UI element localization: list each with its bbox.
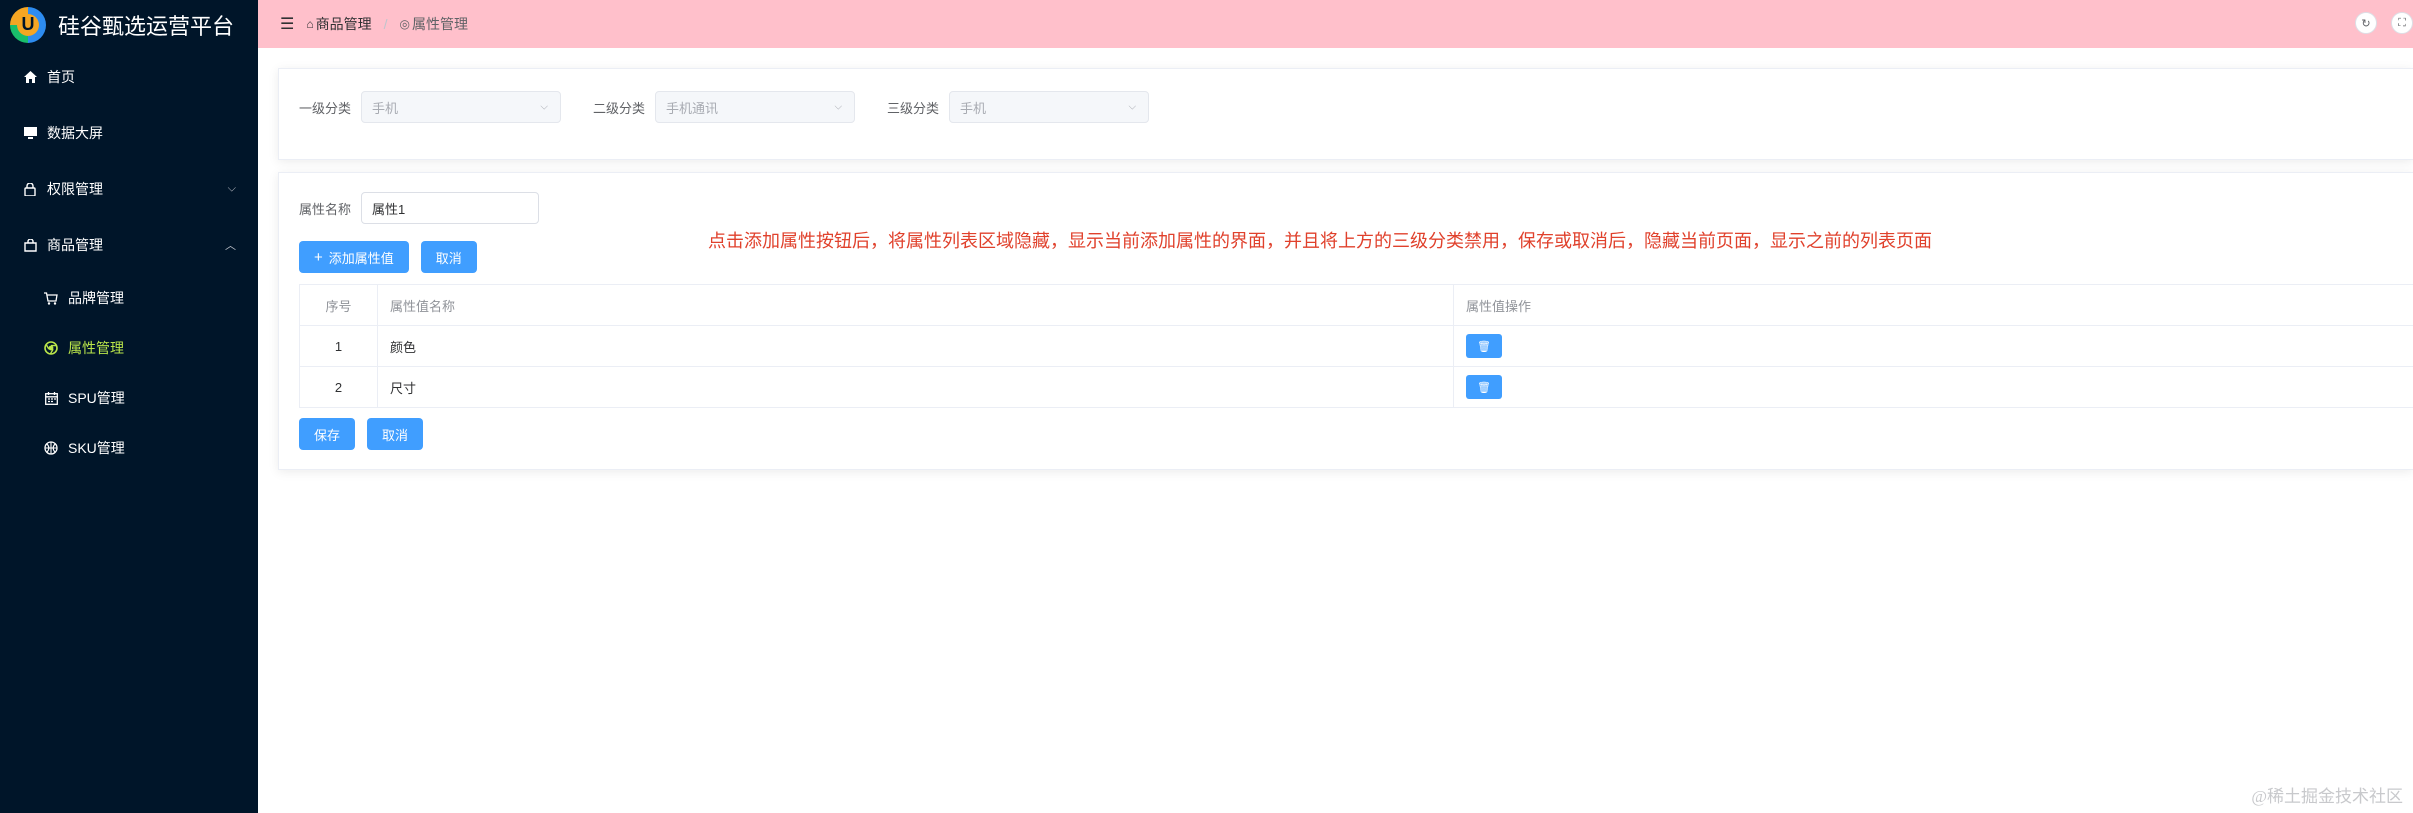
chrome-icon [43,341,59,355]
logo-icon: U [10,6,46,43]
filter-level1: 一级分类 手机 ⌵ [299,91,562,123]
basketball-icon [43,441,59,455]
table-row: 1 颜色 🗑 [299,325,2413,367]
add-attr-value-button[interactable]: + 添加属性值 [299,241,409,273]
sidebar-subitem-label: 属性管理 [68,340,124,356]
annotation-text: 点击添加属性按钮后，将属性列表区域隐藏，显示当前添加属性的界面，并且将上方的三级… [708,231,1932,251]
column-header-index: 序号 [299,284,378,326]
attr-value-table: 序号 属性值名称 属性值操作 1 颜色 🗑 2 尺寸 🗑 [299,284,2413,408]
top-bar: ☰ ⌂ 商品管理 / ◎ 属性管理 ↻ ⛶ [258,0,2413,48]
plus-icon: + [314,248,323,266]
filter-label: 三级分类 [887,100,940,116]
sidebar-item-label: 数据大屏 [47,125,103,141]
sidebar-item-dashboard[interactable]: 数据大屏 [0,105,258,161]
cancel-button[interactable]: 取消 [367,418,424,450]
chevron-down-icon: ⌵ [227,182,236,195]
column-header-action: 属性值操作 [1453,284,2413,326]
table-header-row: 序号 属性值名称 属性值操作 [299,284,2413,326]
filter-level2: 二级分类 手机通讯 ⌵ [593,91,856,123]
sidebar-subitem-sku[interactable]: SKU管理 [0,423,258,473]
sidebar-subitem-brand[interactable]: 品牌管理 [0,273,258,323]
menu-toggle-icon[interactable]: ☰ [280,14,294,34]
row-value-name: 尺寸 [377,366,1454,408]
breadcrumb-item-product[interactable]: ⌂ 商品管理 [306,14,371,34]
watermark: @稀土掘金技术社区 [2251,787,2403,806]
category1-select: 手机 ⌵ [361,91,562,123]
cancel-button[interactable]: 取消 [420,241,477,273]
filter-label: 二级分类 [593,100,646,116]
chevron-up-icon: ︿ [225,240,236,252]
form-actions: 保存 取消 [299,418,435,450]
trash-icon: 🗑 [1477,340,1491,353]
sidebar-menu: 首页 数据大屏 权限管理 ⌵ 商品管理 ︿ 品牌管理 属性管理 SPU管理 SK… [0,49,258,473]
delete-button[interactable]: 🗑 [1466,375,1502,399]
filter-label: 一级分类 [299,100,352,116]
delete-button[interactable]: 🗑 [1466,334,1502,358]
chrome-icon: ◎ [399,17,410,31]
category2-select: 手机通讯 ⌵ [655,91,856,123]
save-button[interactable]: 保存 [299,418,356,450]
refresh-icon: ↻ [2361,17,2371,30]
lock-icon [22,182,38,196]
sidebar-item-permission[interactable]: 权限管理 ⌵ [0,161,258,217]
add-attribute-card: 属性名称 属性1 + 添加属性值 取消 点击添加属性按钮后，将属性列表区域隐藏，… [278,172,2413,470]
app-title: 硅谷甄选运营平台 [58,13,235,39]
row-actions: 🗑 [1453,366,2413,408]
sidebar-subitem-label: SPU管理 [68,390,125,406]
sidebar-subitem-label: SKU管理 [68,440,125,456]
calendar-icon [43,391,59,405]
chevron-down-icon: ⌵ [540,101,549,113]
sidebar-subitem-attr[interactable]: 属性管理 [0,323,258,373]
bag-icon: ⌂ [306,17,314,31]
chevron-down-icon: ⌵ [1128,101,1137,113]
column-header-name: 属性值名称 [377,284,1454,326]
sidebar-item-label: 商品管理 [47,237,103,253]
attr-name-label: 属性名称 [299,201,352,217]
sidebar-subitem-label: 品牌管理 [68,290,124,306]
attr-button-row: + 添加属性值 取消 [299,241,489,273]
category3-select: 手机 ⌵ [949,91,1150,123]
fullscreen-icon: ⛶ [2398,16,2406,29]
breadcrumb-item-attr: ◎ 属性管理 [399,16,468,32]
sidebar-item-home[interactable]: 首页 [0,49,258,105]
cart-icon [43,291,59,305]
fullscreen-button[interactable]: ⛶ [2391,12,2413,34]
bag-icon [22,238,38,252]
row-index: 2 [299,366,378,408]
sidebar-subitem-spu[interactable]: SPU管理 [0,373,258,423]
breadcrumb-separator: / [383,16,388,32]
sidebar-item-label: 权限管理 [47,181,103,197]
refresh-button[interactable]: ↻ [2355,12,2377,34]
sidebar-item-label: 首页 [47,69,75,85]
logo[interactable]: U 硅谷甄选运营平台 [0,0,258,49]
category-filter-row: 一级分类 手机 ⌵ 二级分类 手机通讯 ⌵ 三级分类 手机 ⌵ [299,91,1181,123]
monitor-icon [22,127,38,139]
row-actions: 🗑 [1453,325,2413,367]
trash-icon: 🗑 [1477,381,1491,394]
category-filter-card: 一级分类 手机 ⌵ 二级分类 手机通讯 ⌵ 三级分类 手机 ⌵ [278,68,2413,160]
row-value-name: 颜色 [377,325,1454,367]
toolbar: ↻ ⛶ [2341,12,2413,34]
breadcrumb: ⌂ 商品管理 / ◎ 属性管理 [306,14,468,34]
row-index: 1 [299,325,378,367]
attr-name-row: 属性名称 属性1 [299,192,540,224]
table-row: 2 尺寸 🗑 [299,366,2413,408]
home-icon [22,71,38,83]
attr-name-input[interactable]: 属性1 [361,192,540,224]
sidebar: U 硅谷甄选运营平台 首页 数据大屏 权限管理 ⌵ 商品管理 ︿ 品牌管理 属性… [0,0,258,813]
sidebar-item-product[interactable]: 商品管理 ︿ [0,217,258,273]
filter-level3: 三级分类 手机 ⌵ [887,91,1150,123]
chevron-down-icon: ⌵ [834,101,843,113]
